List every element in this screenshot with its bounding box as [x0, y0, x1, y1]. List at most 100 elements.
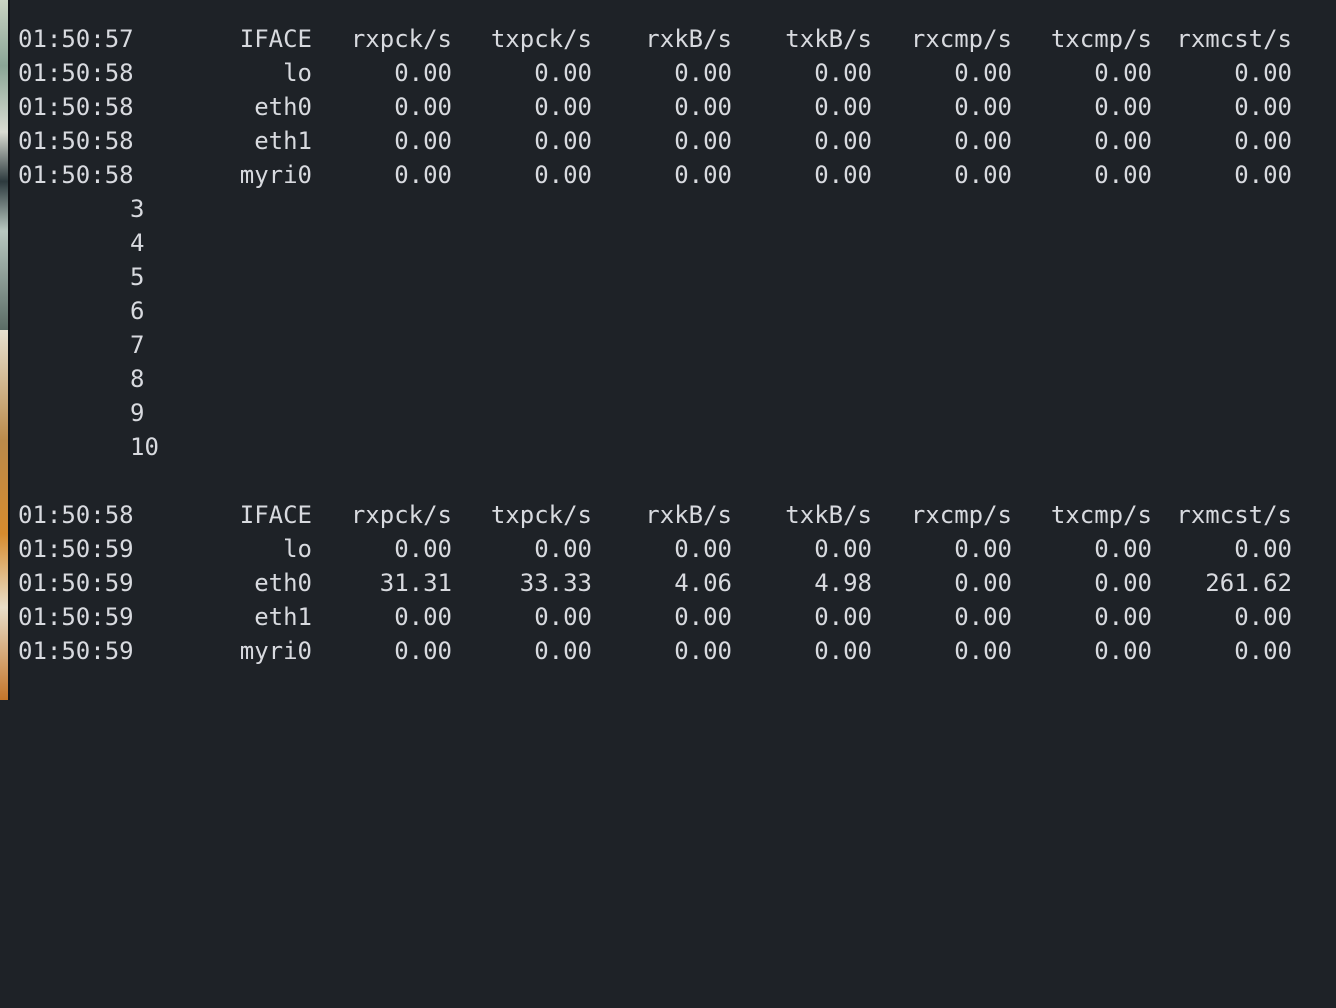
- line-number: 9: [130, 399, 145, 427]
- header-txpck: txpck/s: [490, 25, 592, 53]
- row-time: 01:50:59: [18, 569, 134, 597]
- row-rxcmp: 0.00: [954, 59, 1012, 87]
- row-txcmp: 0.00: [1094, 59, 1152, 87]
- row-rxkb: 0.00: [674, 535, 732, 563]
- row-iface: eth1: [254, 603, 312, 631]
- row-txpck: 0.00: [534, 59, 592, 87]
- line-number-row: 3: [18, 192, 1328, 226]
- row-rxkb: 0.00: [674, 93, 732, 121]
- row-rxcmp: 0.00: [954, 93, 1012, 121]
- line-number: 7: [130, 331, 145, 359]
- row-rxmcst: 261.62: [1205, 569, 1292, 597]
- row-time: 01:50:59: [18, 637, 134, 665]
- sar-data-row: 01:50:58 eth0 0.00 0.00 0.00 0.00 0.00 0…: [18, 90, 1328, 124]
- row-txkb: 0.00: [814, 59, 872, 87]
- sar-data-row: 01:50:58 myri0 0.00 0.00 0.00 0.00 0.00 …: [18, 158, 1328, 192]
- row-rxkb: 0.00: [674, 161, 732, 189]
- row-iface: myri0: [239, 637, 312, 665]
- row-txpck: 0.00: [534, 127, 592, 155]
- row-rxmcst: 0.00: [1234, 93, 1292, 121]
- row-txpck: 33.33: [519, 569, 592, 597]
- header-rxmcst: rxmcst/s: [1176, 25, 1292, 53]
- row-time: 01:50:59: [18, 603, 134, 631]
- row-rxkb: 4.06: [674, 569, 732, 597]
- line-number: 5: [130, 263, 145, 291]
- header-rxcmp: rxcmp/s: [910, 25, 1012, 53]
- line-number-row: 9: [18, 396, 1328, 430]
- header-rxmcst: rxmcst/s: [1176, 501, 1292, 529]
- row-rxmcst: 0.00: [1234, 161, 1292, 189]
- row-time: 01:50:58: [18, 59, 134, 87]
- row-iface: eth0: [254, 569, 312, 597]
- sar-header-row: 01:50:58 IFACE rxpck/s txpck/s rxkB/s tx…: [18, 498, 1328, 532]
- line-number-row: 8: [18, 362, 1328, 396]
- row-rxkb: 0.00: [674, 603, 732, 631]
- row-txkb: 0.00: [814, 535, 872, 563]
- row-rxpck: 0.00: [394, 59, 452, 87]
- sar-data-row: 01:50:58 lo 0.00 0.00 0.00 0.00 0.00 0.0…: [18, 56, 1328, 90]
- line-number-row: 4: [18, 226, 1328, 260]
- row-iface: lo: [283, 59, 312, 87]
- header-rxkb: rxkB/s: [645, 25, 732, 53]
- line-number-row: 5: [18, 260, 1328, 294]
- row-rxmcst: 0.00: [1234, 535, 1292, 563]
- sar-data-row: 01:50:58 eth1 0.00 0.00 0.00 0.00 0.00 0…: [18, 124, 1328, 158]
- header-txcmp: txcmp/s: [1050, 25, 1152, 53]
- row-rxpck: 0.00: [394, 603, 452, 631]
- background-window-edge: [0, 0, 10, 700]
- row-time: 01:50:59: [18, 535, 134, 563]
- row-rxcmp: 0.00: [954, 535, 1012, 563]
- header-time: 01:50:58: [18, 501, 134, 529]
- row-rxcmp: 0.00: [954, 569, 1012, 597]
- line-number: 8: [130, 365, 145, 393]
- row-txcmp: 0.00: [1094, 637, 1152, 665]
- row-txcmp: 0.00: [1094, 569, 1152, 597]
- header-txkb: txkB/s: [785, 501, 872, 529]
- sar-header-row: 01:50:57 IFACE rxpck/s txpck/s rxkB/s tx…: [18, 22, 1328, 56]
- line-number: 6: [130, 297, 145, 325]
- row-txpck: 0.00: [534, 93, 592, 121]
- row-rxmcst: 0.00: [1234, 637, 1292, 665]
- row-iface: lo: [283, 535, 312, 563]
- row-rxmcst: 0.00: [1234, 127, 1292, 155]
- sar-data-row: 01:50:59 eth0 31.31 33.33 4.06 4.98 0.00…: [18, 566, 1328, 600]
- row-rxpck: 31.31: [379, 569, 452, 597]
- line-number: 10: [130, 433, 159, 461]
- row-rxkb: 0.00: [674, 59, 732, 87]
- header-rxpck: rxpck/s: [350, 25, 452, 53]
- row-txcmp: 0.00: [1094, 161, 1152, 189]
- line-number-row: 10: [18, 430, 1328, 464]
- sar-data-row: 01:50:59 eth1 0.00 0.00 0.00 0.00 0.00 0…: [18, 600, 1328, 634]
- row-iface: myri0: [239, 161, 312, 189]
- row-iface: eth0: [254, 93, 312, 121]
- header-iface: IFACE: [239, 501, 312, 529]
- row-rxkb: 0.00: [674, 637, 732, 665]
- header-txcmp: txcmp/s: [1050, 501, 1152, 529]
- terminal-output[interactable]: 01:50:57 IFACE rxpck/s txpck/s rxkB/s tx…: [18, 22, 1328, 668]
- row-txpck: 0.00: [534, 535, 592, 563]
- sar-data-row: 01:50:59 lo 0.00 0.00 0.00 0.00 0.00 0.0…: [18, 532, 1328, 566]
- line-number-row: 7: [18, 328, 1328, 362]
- row-txpck: 0.00: [534, 161, 592, 189]
- row-txkb: 4.98: [814, 569, 872, 597]
- line-number-row: 6: [18, 294, 1328, 328]
- header-rxcmp: rxcmp/s: [910, 501, 1012, 529]
- row-txkb: 0.00: [814, 637, 872, 665]
- row-txcmp: 0.00: [1094, 93, 1152, 121]
- line-number: 3: [130, 195, 145, 223]
- sar-data-row: 01:50:59 myri0 0.00 0.00 0.00 0.00 0.00 …: [18, 634, 1328, 668]
- row-txkb: 0.00: [814, 603, 872, 631]
- row-txcmp: 0.00: [1094, 535, 1152, 563]
- row-time: 01:50:58: [18, 93, 134, 121]
- row-txkb: 0.00: [814, 93, 872, 121]
- terminal-border: [8, 0, 10, 700]
- header-txkb: txkB/s: [785, 25, 872, 53]
- row-rxcmp: 0.00: [954, 603, 1012, 631]
- row-time: 01:50:58: [18, 161, 134, 189]
- row-txcmp: 0.00: [1094, 603, 1152, 631]
- row-rxmcst: 0.00: [1234, 603, 1292, 631]
- row-rxpck: 0.00: [394, 127, 452, 155]
- header-rxkb: rxkB/s: [645, 501, 732, 529]
- row-rxcmp: 0.00: [954, 161, 1012, 189]
